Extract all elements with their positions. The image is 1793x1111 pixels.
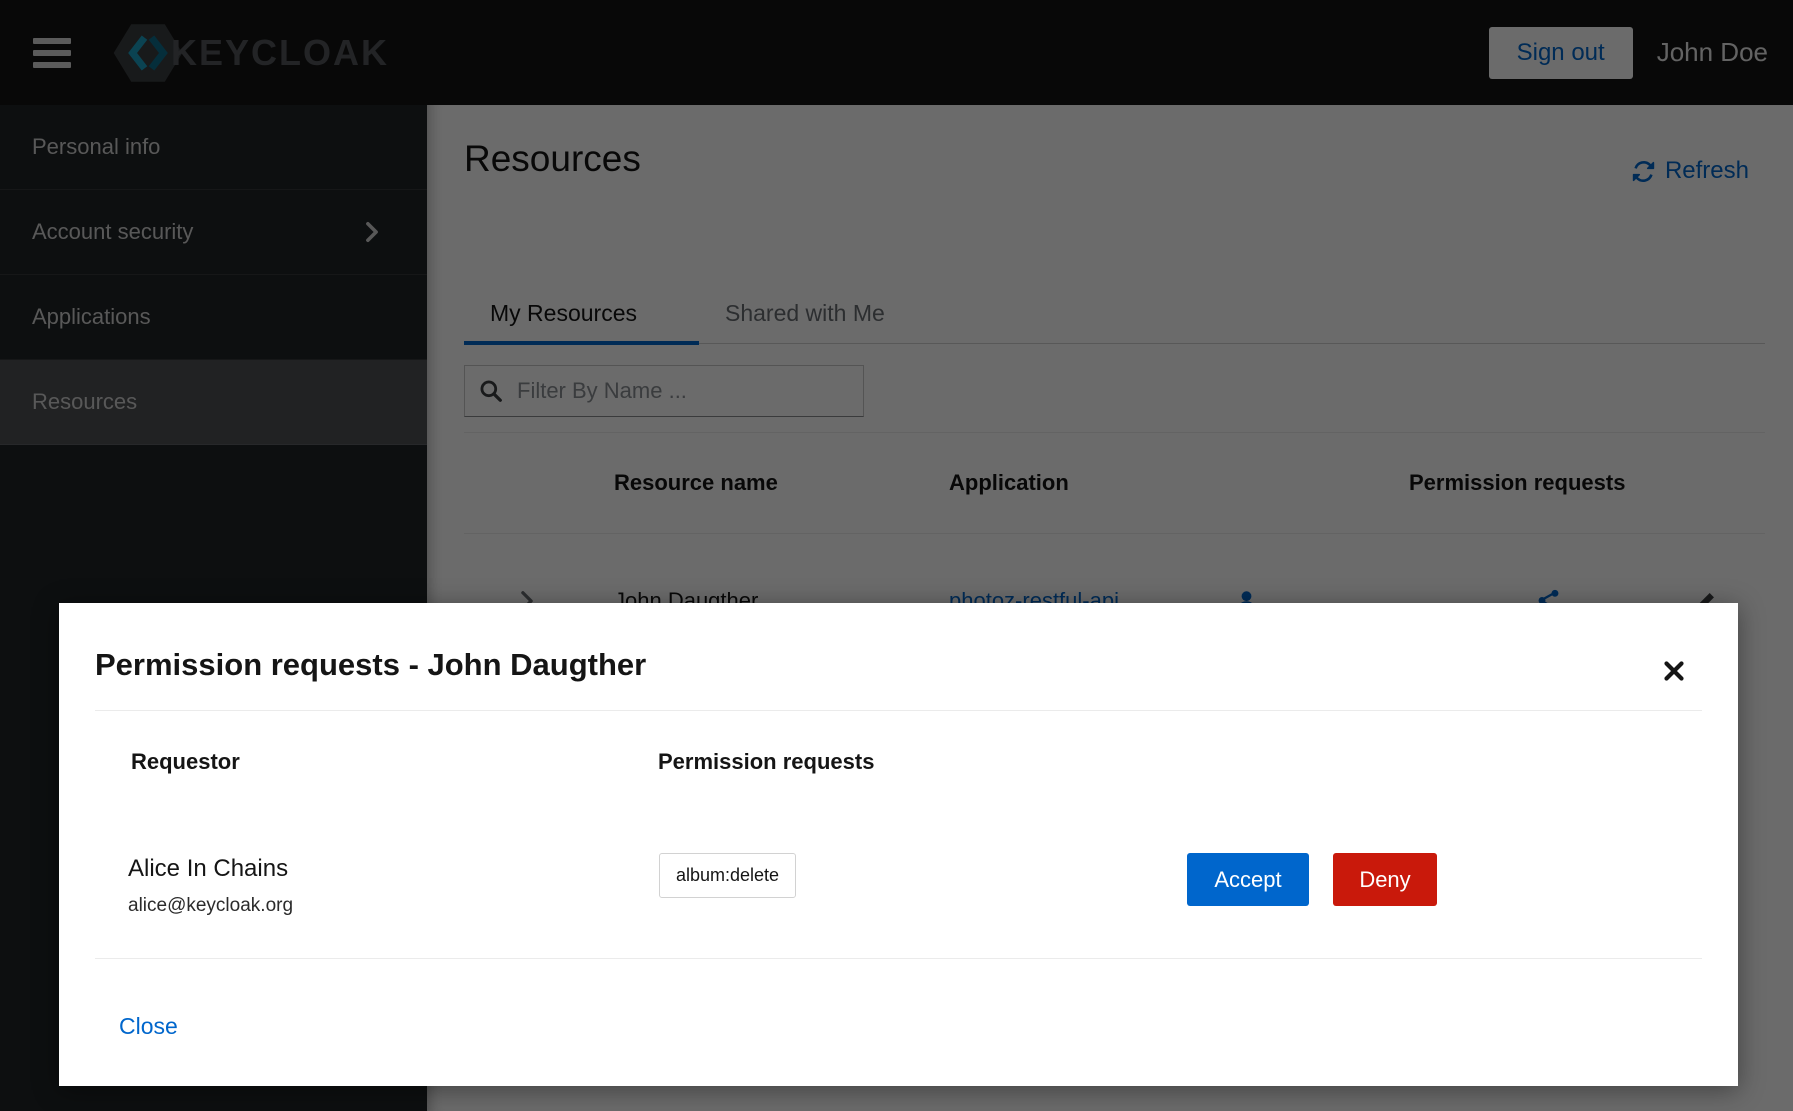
modal-column-permission-requests: Permission requests — [658, 749, 874, 775]
scope-chip: album:delete — [659, 853, 796, 898]
close-icon — [1662, 659, 1686, 683]
modal-header-divider — [95, 710, 1702, 711]
modal-close-button[interactable] — [1658, 655, 1690, 690]
modal-footer-divider — [95, 958, 1702, 959]
modal-title: Permission requests - John Daugther — [95, 647, 646, 683]
modal-close-link[interactable]: Close — [119, 1013, 178, 1040]
permission-requests-modal: Permission requests - John Daugther Requ… — [59, 603, 1738, 1086]
keycloak-account-console: KEYCLOAK Sign out John Doe Personal info… — [0, 0, 1793, 1111]
requestor-name: Alice In Chains — [128, 855, 288, 883]
deny-button[interactable]: Deny — [1333, 853, 1437, 906]
requestor-email: alice@keycloak.org — [128, 895, 293, 917]
modal-column-requestor: Requestor — [131, 749, 240, 775]
accept-button[interactable]: Accept — [1187, 853, 1309, 906]
